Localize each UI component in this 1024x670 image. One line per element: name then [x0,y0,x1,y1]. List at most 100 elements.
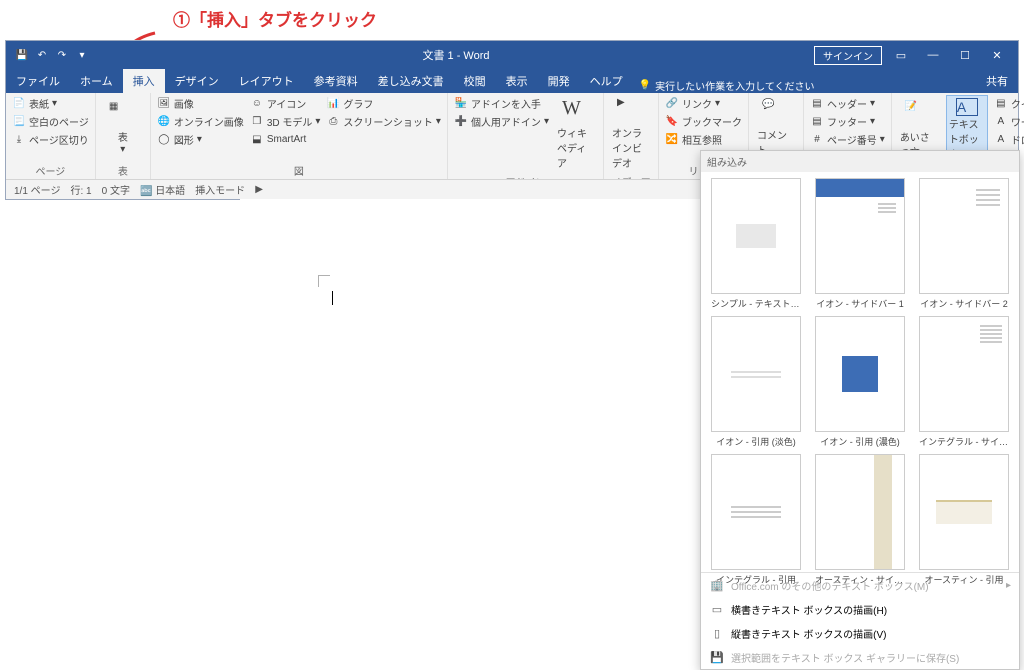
online-pictures-icon: 🌐 [157,115,171,129]
wikipedia-button[interactable]: Wウィキペディア [555,95,597,172]
quickparts-icon: ▤ [994,97,1008,111]
page[interactable] [240,199,740,659]
gallery-item[interactable]: シンプル - テキスト ボッ... [707,178,805,310]
gallery-caption: イオン - サイドバー 2 [919,297,1009,310]
minimize-icon[interactable]: — [920,49,946,61]
table-icon: ▦ [109,101,137,129]
group-label: 図 [157,161,441,180]
signin-button[interactable]: サインイン [814,46,882,65]
blank-page-button[interactable]: 📃空白のページ [12,113,89,130]
get-addins-button[interactable]: 🏪アドインを入手 [454,95,549,112]
gallery-item[interactable]: オースティン - 引用 [915,454,1013,586]
online-video-button[interactable]: ▶オンラインビデオ [610,95,652,172]
comment-icon: 💬 [762,99,790,127]
crossref-button[interactable]: 🔀相互参照 [665,131,742,148]
gallery-item[interactable]: インテグラル - サイドバー [915,316,1013,448]
gallery-caption: シンプル - テキスト ボッ... [711,297,801,310]
status-mode[interactable]: 挿入モード [195,182,245,197]
gallery-thumb [815,454,905,570]
cover-page-button[interactable]: 📄表紙▾ [12,95,89,112]
video-icon: ▶ [617,97,645,125]
gallery-item[interactable]: インテグラル - 引用 [707,454,805,586]
smartart-icon: ⬓ [250,132,264,146]
gallery-item[interactable]: イオン - 引用 (濃色) [811,316,909,448]
status-page[interactable]: 1/1 ページ [14,182,60,197]
tab-file[interactable]: ファイル [6,69,70,93]
chevron-down-icon: ▾ [544,116,549,127]
menu-save-selection[interactable]: 💾選択範囲をテキスト ボックス ギャラリーに保存(S) [701,645,1019,669]
store-icon: 🏪 [454,97,468,111]
tab-review[interactable]: 校閲 [454,69,496,93]
pictures-button[interactable]: 🖼画像 [157,95,244,112]
gallery-caption: インテグラル - サイドバー [919,435,1009,448]
status-line[interactable]: 行: 1 [70,182,91,197]
status-macro[interactable]: ▶ [255,184,263,195]
gallery-caption: イオン - サイドバー 1 [815,297,905,310]
tab-design[interactable]: デザイン [165,69,229,93]
maximize-icon[interactable]: ☐ [952,49,978,62]
gallery-caption: イオン - 引用 (淡色) [711,435,801,448]
text-cursor [332,291,333,305]
shapes-button[interactable]: ◯図形▾ [157,131,244,148]
undo-icon[interactable]: ↶ [34,47,50,63]
wordart-button[interactable]: Aワードアート▾ [994,113,1024,130]
table-button[interactable]: ▦表▾ [102,95,144,161]
qat-dropdown-icon[interactable]: ▾ [74,47,90,63]
chart-button[interactable]: 📊グラフ [326,95,441,112]
group-pages: 📄表紙▾ 📃空白のページ ⤓ページ区切り ページ [6,93,96,180]
gallery-item[interactable]: イオン - 引用 (淡色) [707,316,805,448]
status-words[interactable]: 0 文字 [102,182,130,197]
smartart-button[interactable]: ⬓SmartArt [250,131,321,147]
margin-corner [318,275,330,287]
menu-vertical-textbox[interactable]: ▯縦書きテキスト ボックスの描画(V) [701,621,1019,645]
tab-mailings[interactable]: 差し込み文書 [368,69,454,93]
tell-me[interactable]: 💡実行したい作業を入力してください [639,78,815,93]
close-icon[interactable]: ✕ [984,49,1010,62]
tab-home[interactable]: ホーム [70,69,123,93]
tab-layout[interactable]: レイアウト [229,69,304,93]
share-button[interactable]: 共有 [976,69,1018,93]
menu-horizontal-textbox[interactable]: ▭横書きテキスト ボックスの描画(H) [701,597,1019,621]
wordart-icon: A [994,115,1008,129]
lightbulb-icon: 💡 [639,80,651,91]
online-pictures-button[interactable]: 🌐オンライン画像 [157,113,244,130]
ribbon-options-icon[interactable]: ▭ [888,49,914,62]
tab-references[interactable]: 参考資料 [304,69,368,93]
bookmark-button[interactable]: 🔖ブックマーク [665,113,742,130]
my-addins-button[interactable]: ➕個人用アドイン▾ [454,113,549,130]
office-icon: 🏢 [709,577,725,593]
chevron-down-icon: ▾ [870,116,875,127]
gallery-item[interactable]: イオン - サイドバー 2 [915,178,1013,310]
chevron-down-icon: ▾ [715,98,720,109]
ribbon-tabs: ファイル ホーム 挿入 デザイン レイアウト 参考資料 差し込み文書 校閲 表示… [6,69,1018,93]
gallery-item[interactable]: オースティン - サイドバー [811,454,909,586]
save-icon[interactable]: 💾 [14,47,30,63]
3dmodel-button[interactable]: ❒3D モデル▾ [250,113,321,130]
tab-developer[interactable]: 開発 [538,69,580,93]
footer-button[interactable]: ▤フッター▾ [810,113,885,130]
gallery-item[interactable]: イオン - サイドバー 1 [811,178,909,310]
gallery-caption: イオン - 引用 (濃色) [815,435,905,448]
header-button[interactable]: ▤ヘッダー▾ [810,95,885,112]
group-tables: ▦表▾ 表 [96,93,151,180]
dropcap-button[interactable]: Aドロップ キャップ▾ [994,131,1024,148]
tab-insert[interactable]: 挿入 [123,69,165,93]
status-lang[interactable]: 🔤 日本語 [140,182,185,197]
page-break-button[interactable]: ⤓ページ区切り [12,131,89,148]
gallery-thumb [711,454,801,570]
redo-icon[interactable]: ↷ [54,47,70,63]
screenshot-button[interactable]: ⎙スクリーンショット▾ [326,113,441,130]
dropcap-icon: A [994,133,1008,147]
tab-help[interactable]: ヘルプ [580,69,633,93]
gallery-header: 組み込み [701,151,1019,172]
quickparts-button[interactable]: ▤クイック パーツ▾ [994,95,1024,112]
screenshot-icon: ⎙ [326,115,340,129]
tab-view[interactable]: 表示 [496,69,538,93]
link-button[interactable]: 🔗リンク▾ [665,95,742,112]
textbox-v-icon: ▯ [709,625,725,641]
pagenum-button[interactable]: #ページ番号▾ [810,131,885,148]
save-gallery-icon: 💾 [709,649,725,665]
icons-button[interactable]: ☺アイコン [250,95,321,112]
blank-page-icon: 📃 [12,115,26,129]
chevron-down-icon: ▾ [870,98,875,109]
